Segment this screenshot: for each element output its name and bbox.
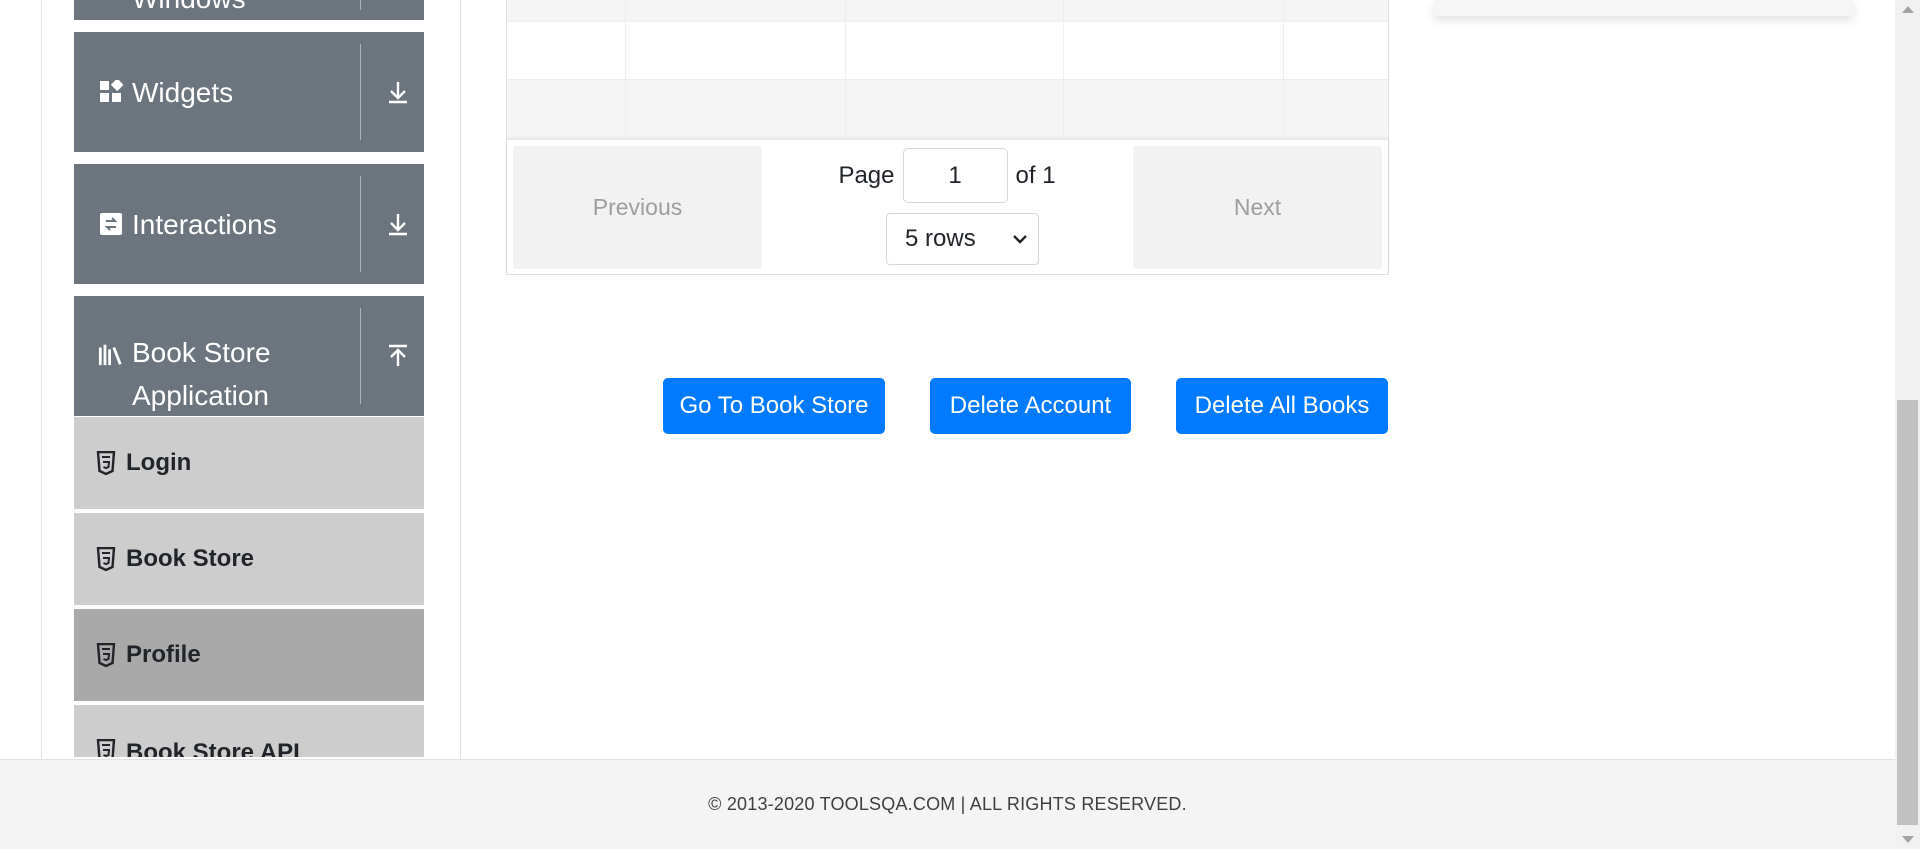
html5-icon [96, 547, 116, 571]
table-row [507, 80, 1388, 140]
sidebar-group-windows[interactable]: Windows [74, 0, 424, 20]
sidebar-right-border [460, 0, 461, 759]
table-cell [1064, 0, 1284, 21]
table-cell [846, 80, 1064, 140]
sidebar-item-book-store-api[interactable]: Book Store API [74, 705, 424, 759]
scroll-up-arrow-icon[interactable] [1902, 6, 1914, 13]
books-table: Previous Page of 1 5 rows Next [506, 0, 1389, 275]
table-cell [626, 22, 846, 79]
table-row [507, 0, 1388, 22]
chevron-down-icon [1013, 235, 1027, 244]
sidebar-item-login[interactable]: Login [74, 417, 424, 511]
group-divider [360, 0, 361, 10]
sidebar-group-label-line: Application [132, 380, 269, 411]
delete-all-books-button[interactable]: Delete All Books [1176, 378, 1388, 434]
page-indicator: Page of 1 [762, 148, 1132, 203]
sidebar-group-label: Interactions [132, 208, 277, 240]
books-icon [98, 341, 124, 367]
page-label: Page [838, 161, 895, 189]
footer-copyright: © 2013-2020 TOOLSQA.COM | ALL RIGHTS RES… [708, 794, 1187, 814]
group-divider [360, 44, 361, 140]
table-cell [1064, 80, 1284, 140]
table-cell [507, 80, 626, 140]
sidebar-group-label-line: Book Store [132, 337, 271, 368]
upload-arrow-icon[interactable] [384, 342, 412, 370]
html5-icon [96, 643, 116, 667]
html5-icon [96, 451, 116, 475]
table-cell [846, 22, 1064, 79]
table-cell [1284, 0, 1388, 21]
rows-per-page-select[interactable]: 5 rows [886, 213, 1039, 265]
page-controls: Page of 1 5 rows [762, 140, 1132, 274]
table-cell [626, 0, 846, 21]
sidebar-item-label: Profile [126, 641, 201, 668]
page-footer: © 2013-2020 TOOLSQA.COM | ALL RIGHTS RES… [0, 759, 1895, 849]
sidebar-item-label: Book Store API [126, 739, 300, 759]
sidebar-group-interactions[interactable]: Interactions [74, 164, 424, 284]
table-cell [507, 0, 626, 21]
ad-panel [1434, 0, 1853, 16]
window-icon [98, 0, 124, 8]
sidebar-item-profile[interactable]: Profile [74, 609, 424, 703]
sidebar-item-label: Login [126, 449, 192, 476]
sidebar-group-label: Book Store Application [132, 331, 424, 417]
sidebar-group-label: Widgets [132, 76, 234, 108]
rows-per-page-value: 5 rows [905, 225, 976, 252]
sidebar-group-widgets[interactable]: Widgets [74, 32, 424, 152]
previous-button[interactable]: Previous [513, 146, 762, 269]
sidebar-item-label: Book Store [126, 545, 255, 572]
page-scrollbar[interactable] [1895, 0, 1920, 849]
group-divider [360, 176, 361, 272]
table-cell [1284, 80, 1388, 140]
table-cell [1064, 22, 1284, 79]
sidebar-group-book-store-application[interactable]: Book Store Application [74, 296, 424, 416]
sidebar-item-book-store[interactable]: Book Store [74, 513, 424, 607]
table-cell [507, 22, 626, 79]
table-cell [626, 80, 846, 140]
table-cell [846, 0, 1064, 21]
group-divider [360, 308, 361, 404]
table-row [507, 22, 1388, 80]
scrollbar-thumb[interactable] [1897, 400, 1918, 825]
page-total-label: of 1 [1015, 161, 1056, 189]
download-arrow-icon[interactable] [384, 78, 412, 106]
page-number-input[interactable] [902, 148, 1008, 203]
download-arrow-icon[interactable] [384, 210, 412, 238]
table-cell [1284, 22, 1388, 79]
sidebar-group-label: Windows [132, 0, 424, 20]
scroll-down-arrow-icon[interactable] [1902, 836, 1914, 843]
interactions-icon [98, 211, 124, 237]
next-button[interactable]: Next [1133, 146, 1382, 269]
html5-icon [96, 739, 116, 757]
widgets-grid-icon [98, 79, 124, 105]
sidebar-left-border [41, 0, 42, 759]
go-to-book-store-button[interactable]: Go To Book Store [663, 378, 885, 434]
table-pagination: Previous Page of 1 5 rows Next [507, 140, 1388, 274]
delete-account-button[interactable]: Delete Account [930, 378, 1131, 434]
